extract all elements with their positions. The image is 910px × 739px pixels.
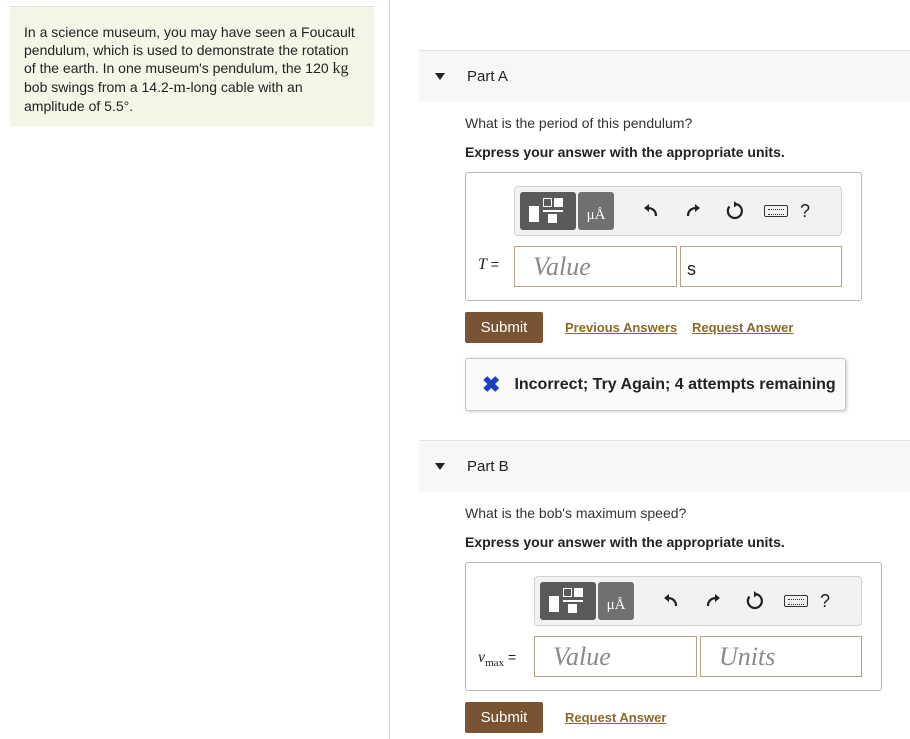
undo-icon[interactable] <box>638 198 664 224</box>
column-divider <box>389 0 390 739</box>
part-a-request-answer-link[interactable]: Request Answer <box>692 320 793 335</box>
reset-icon[interactable] <box>742 588 768 614</box>
part-b-title: Part B <box>467 458 509 475</box>
part-b-submit-button[interactable]: Submit <box>465 702 543 733</box>
part-b-question: What is the bob's maximum speed? <box>465 505 687 521</box>
units-symbols-button[interactable]: μÅ <box>598 582 634 620</box>
part-a-units-input[interactable]: s <box>680 246 842 287</box>
help-button[interactable]: ? <box>820 591 830 612</box>
part-b-header[interactable]: Part B <box>419 440 910 492</box>
variable-symbol: T <box>478 256 487 273</box>
problem-length: 14.2- <box>141 79 174 95</box>
units-symbols-button[interactable]: μÅ <box>578 192 614 230</box>
problem-text-2: bob swings from a <box>24 79 142 95</box>
part-b-answer-box: μÅ ? vmax = Value Units <box>465 562 882 691</box>
part-b-request-answer-link[interactable]: Request Answer <box>565 710 666 725</box>
part-b-variable-label: vmax = <box>478 649 516 669</box>
part-a-variable-label: T = <box>478 256 499 274</box>
incorrect-x-icon: ✖ <box>482 371 501 397</box>
help-button[interactable]: ? <box>800 201 810 222</box>
part-a-question: What is the period of this pendulum? <box>465 115 693 131</box>
math-toolbar: μÅ ? <box>514 186 842 236</box>
keyboard-icon[interactable] <box>764 205 788 217</box>
equals-sign: = <box>504 649 517 665</box>
equals-sign: = <box>486 256 499 272</box>
undo-icon[interactable] <box>658 588 684 614</box>
math-toolbar: μÅ ? <box>534 576 862 626</box>
part-a-title: Part A <box>467 68 508 85</box>
redo-icon[interactable] <box>700 588 726 614</box>
part-a-submit-button[interactable]: Submit <box>465 312 543 343</box>
incorrect-feedback: ✖ Incorrect; Try Again; 4 attempts remai… <box>465 358 846 411</box>
previous-answers-link[interactable]: Previous Answers <box>565 320 677 335</box>
unit-kg: kg <box>332 60 349 77</box>
problem-text-1: In a science museum, you may have seen a… <box>24 24 355 76</box>
part-a-header[interactable]: Part A <box>419 50 910 102</box>
part-a-value-input[interactable]: Value <box>514 246 677 287</box>
part-a-instruction: Express your answer with the appropriate… <box>465 144 785 160</box>
problem-statement: In a science museum, you may have seen a… <box>10 6 374 126</box>
part-b-instruction: Express your answer with the appropriate… <box>465 534 785 550</box>
keyboard-icon[interactable] <box>784 595 808 607</box>
templates-button[interactable] <box>520 192 576 230</box>
unit-m: m <box>173 79 186 96</box>
part-b-value-input[interactable]: Value <box>534 636 697 677</box>
variable-subscript: max <box>485 657 505 670</box>
collapse-caret-icon[interactable] <box>435 73 445 80</box>
reset-icon[interactable] <box>722 198 748 224</box>
part-a-answer-box: μÅ ? T = Value s <box>465 172 862 301</box>
templates-button[interactable] <box>540 582 596 620</box>
collapse-caret-icon[interactable] <box>435 463 445 470</box>
feedback-text: Incorrect; Try Again; 4 attempts remaini… <box>514 375 836 393</box>
part-b-units-input[interactable]: Units <box>700 636 862 677</box>
redo-icon[interactable] <box>680 198 706 224</box>
